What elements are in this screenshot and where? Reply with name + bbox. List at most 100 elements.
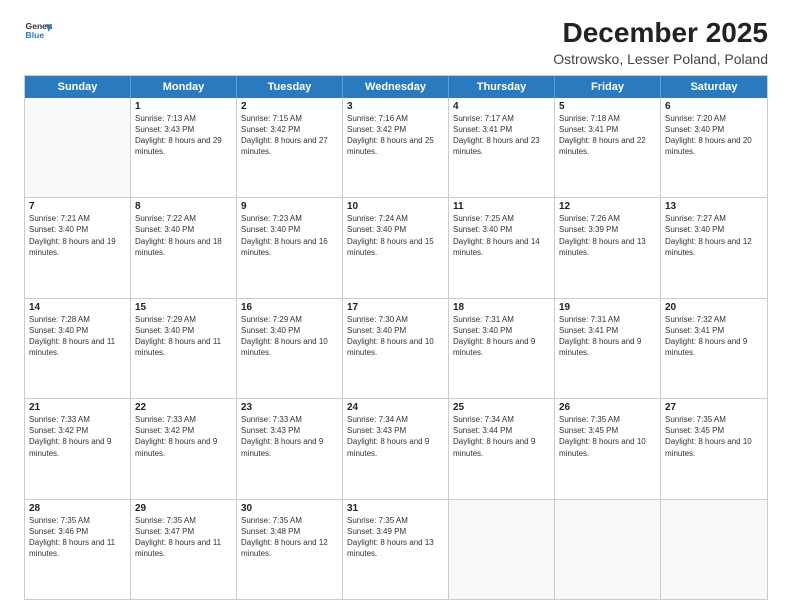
calendar-header: SundayMondayTuesdayWednesdayThursdayFrid…: [25, 76, 767, 98]
cell-info: Sunrise: 7:30 AMSunset: 3:40 PMDaylight:…: [347, 314, 444, 359]
header-cell-thursday: Thursday: [449, 76, 555, 98]
day-number: 26: [559, 402, 656, 413]
calendar-cell-8: 8Sunrise: 7:22 AMSunset: 3:40 PMDaylight…: [131, 198, 237, 297]
calendar-cell-18: 18Sunrise: 7:31 AMSunset: 3:40 PMDayligh…: [449, 299, 555, 398]
cell-info: Sunrise: 7:17 AMSunset: 3:41 PMDaylight:…: [453, 113, 550, 158]
cell-info: Sunrise: 7:26 AMSunset: 3:39 PMDaylight:…: [559, 213, 656, 258]
cell-info: Sunrise: 7:33 AMSunset: 3:42 PMDaylight:…: [135, 414, 232, 459]
cell-info: Sunrise: 7:29 AMSunset: 3:40 PMDaylight:…: [135, 314, 232, 359]
day-number: 15: [135, 302, 232, 313]
cell-info: Sunrise: 7:15 AMSunset: 3:42 PMDaylight:…: [241, 113, 338, 158]
calendar-row: 7Sunrise: 7:21 AMSunset: 3:40 PMDaylight…: [25, 198, 767, 298]
calendar-cell-15: 15Sunrise: 7:29 AMSunset: 3:40 PMDayligh…: [131, 299, 237, 398]
day-number: 30: [241, 503, 338, 514]
day-number: 24: [347, 402, 444, 413]
calendar-cell-12: 12Sunrise: 7:26 AMSunset: 3:39 PMDayligh…: [555, 198, 661, 297]
calendar-cell-19: 19Sunrise: 7:31 AMSunset: 3:41 PMDayligh…: [555, 299, 661, 398]
empty-cell: [555, 500, 661, 599]
cell-info: Sunrise: 7:20 AMSunset: 3:40 PMDaylight:…: [665, 113, 763, 158]
day-number: 9: [241, 201, 338, 212]
cell-info: Sunrise: 7:16 AMSunset: 3:42 PMDaylight:…: [347, 113, 444, 158]
header-cell-tuesday: Tuesday: [237, 76, 343, 98]
calendar-cell-30: 30Sunrise: 7:35 AMSunset: 3:48 PMDayligh…: [237, 500, 343, 599]
day-number: 22: [135, 402, 232, 413]
day-number: 10: [347, 201, 444, 212]
header-cell-saturday: Saturday: [661, 76, 767, 98]
cell-info: Sunrise: 7:31 AMSunset: 3:41 PMDaylight:…: [559, 314, 656, 359]
cell-info: Sunrise: 7:31 AMSunset: 3:40 PMDaylight:…: [453, 314, 550, 359]
cell-info: Sunrise: 7:35 AMSunset: 3:47 PMDaylight:…: [135, 515, 232, 560]
header-cell-monday: Monday: [131, 76, 237, 98]
calendar-cell-29: 29Sunrise: 7:35 AMSunset: 3:47 PMDayligh…: [131, 500, 237, 599]
calendar-row: 28Sunrise: 7:35 AMSunset: 3:46 PMDayligh…: [25, 500, 767, 599]
calendar-cell-4: 4Sunrise: 7:17 AMSunset: 3:41 PMDaylight…: [449, 98, 555, 197]
calendar-cell-23: 23Sunrise: 7:33 AMSunset: 3:43 PMDayligh…: [237, 399, 343, 498]
cell-info: Sunrise: 7:32 AMSunset: 3:41 PMDaylight:…: [665, 314, 763, 359]
day-number: 31: [347, 503, 444, 514]
calendar-cell-6: 6Sunrise: 7:20 AMSunset: 3:40 PMDaylight…: [661, 98, 767, 197]
header-cell-friday: Friday: [555, 76, 661, 98]
calendar-cell-22: 22Sunrise: 7:33 AMSunset: 3:42 PMDayligh…: [131, 399, 237, 498]
cell-info: Sunrise: 7:34 AMSunset: 3:43 PMDaylight:…: [347, 414, 444, 459]
cell-info: Sunrise: 7:35 AMSunset: 3:45 PMDaylight:…: [665, 414, 763, 459]
day-number: 2: [241, 101, 338, 112]
calendar-body: 1Sunrise: 7:13 AMSunset: 3:43 PMDaylight…: [25, 98, 767, 599]
cell-info: Sunrise: 7:28 AMSunset: 3:40 PMDaylight:…: [29, 314, 126, 359]
page-title: December 2025: [553, 18, 768, 49]
calendar-cell-17: 17Sunrise: 7:30 AMSunset: 3:40 PMDayligh…: [343, 299, 449, 398]
cell-info: Sunrise: 7:35 AMSunset: 3:48 PMDaylight:…: [241, 515, 338, 560]
calendar-cell-3: 3Sunrise: 7:16 AMSunset: 3:42 PMDaylight…: [343, 98, 449, 197]
day-number: 28: [29, 503, 126, 514]
cell-info: Sunrise: 7:18 AMSunset: 3:41 PMDaylight:…: [559, 113, 656, 158]
day-number: 25: [453, 402, 550, 413]
calendar-cell-28: 28Sunrise: 7:35 AMSunset: 3:46 PMDayligh…: [25, 500, 131, 599]
cell-info: Sunrise: 7:23 AMSunset: 3:40 PMDaylight:…: [241, 213, 338, 258]
calendar-cell-10: 10Sunrise: 7:24 AMSunset: 3:40 PMDayligh…: [343, 198, 449, 297]
calendar: SundayMondayTuesdayWednesdayThursdayFrid…: [24, 75, 768, 600]
empty-cell: [661, 500, 767, 599]
day-number: 17: [347, 302, 444, 313]
day-number: 19: [559, 302, 656, 313]
title-block: December 2025 Ostrowsko, Lesser Poland, …: [553, 18, 768, 67]
day-number: 20: [665, 302, 763, 313]
cell-info: Sunrise: 7:34 AMSunset: 3:44 PMDaylight:…: [453, 414, 550, 459]
day-number: 14: [29, 302, 126, 313]
day-number: 27: [665, 402, 763, 413]
logo-icon: General Blue: [24, 18, 52, 46]
calendar-cell-11: 11Sunrise: 7:25 AMSunset: 3:40 PMDayligh…: [449, 198, 555, 297]
calendar-cell-24: 24Sunrise: 7:34 AMSunset: 3:43 PMDayligh…: [343, 399, 449, 498]
cell-info: Sunrise: 7:35 AMSunset: 3:45 PMDaylight:…: [559, 414, 656, 459]
calendar-cell-1: 1Sunrise: 7:13 AMSunset: 3:43 PMDaylight…: [131, 98, 237, 197]
day-number: 21: [29, 402, 126, 413]
empty-cell: [449, 500, 555, 599]
calendar-cell-5: 5Sunrise: 7:18 AMSunset: 3:41 PMDaylight…: [555, 98, 661, 197]
calendar-cell-20: 20Sunrise: 7:32 AMSunset: 3:41 PMDayligh…: [661, 299, 767, 398]
day-number: 11: [453, 201, 550, 212]
calendar-row: 14Sunrise: 7:28 AMSunset: 3:40 PMDayligh…: [25, 299, 767, 399]
calendar-row: 1Sunrise: 7:13 AMSunset: 3:43 PMDaylight…: [25, 98, 767, 198]
cell-info: Sunrise: 7:24 AMSunset: 3:40 PMDaylight:…: [347, 213, 444, 258]
calendar-cell-26: 26Sunrise: 7:35 AMSunset: 3:45 PMDayligh…: [555, 399, 661, 498]
calendar-cell-9: 9Sunrise: 7:23 AMSunset: 3:40 PMDaylight…: [237, 198, 343, 297]
day-number: 16: [241, 302, 338, 313]
cell-info: Sunrise: 7:35 AMSunset: 3:46 PMDaylight:…: [29, 515, 126, 560]
day-number: 3: [347, 101, 444, 112]
day-number: 1: [135, 101, 232, 112]
calendar-row: 21Sunrise: 7:33 AMSunset: 3:42 PMDayligh…: [25, 399, 767, 499]
calendar-cell-25: 25Sunrise: 7:34 AMSunset: 3:44 PMDayligh…: [449, 399, 555, 498]
cell-info: Sunrise: 7:13 AMSunset: 3:43 PMDaylight:…: [135, 113, 232, 158]
day-number: 13: [665, 201, 763, 212]
cell-info: Sunrise: 7:35 AMSunset: 3:49 PMDaylight:…: [347, 515, 444, 560]
day-number: 8: [135, 201, 232, 212]
calendar-cell-16: 16Sunrise: 7:29 AMSunset: 3:40 PMDayligh…: [237, 299, 343, 398]
day-number: 18: [453, 302, 550, 313]
calendar-cell-31: 31Sunrise: 7:35 AMSunset: 3:49 PMDayligh…: [343, 500, 449, 599]
cell-info: Sunrise: 7:33 AMSunset: 3:43 PMDaylight:…: [241, 414, 338, 459]
calendar-cell-7: 7Sunrise: 7:21 AMSunset: 3:40 PMDaylight…: [25, 198, 131, 297]
cell-info: Sunrise: 7:29 AMSunset: 3:40 PMDaylight:…: [241, 314, 338, 359]
day-number: 5: [559, 101, 656, 112]
header-cell-sunday: Sunday: [25, 76, 131, 98]
logo: General Blue: [24, 18, 52, 46]
cell-info: Sunrise: 7:21 AMSunset: 3:40 PMDaylight:…: [29, 213, 126, 258]
cell-info: Sunrise: 7:33 AMSunset: 3:42 PMDaylight:…: [29, 414, 126, 459]
